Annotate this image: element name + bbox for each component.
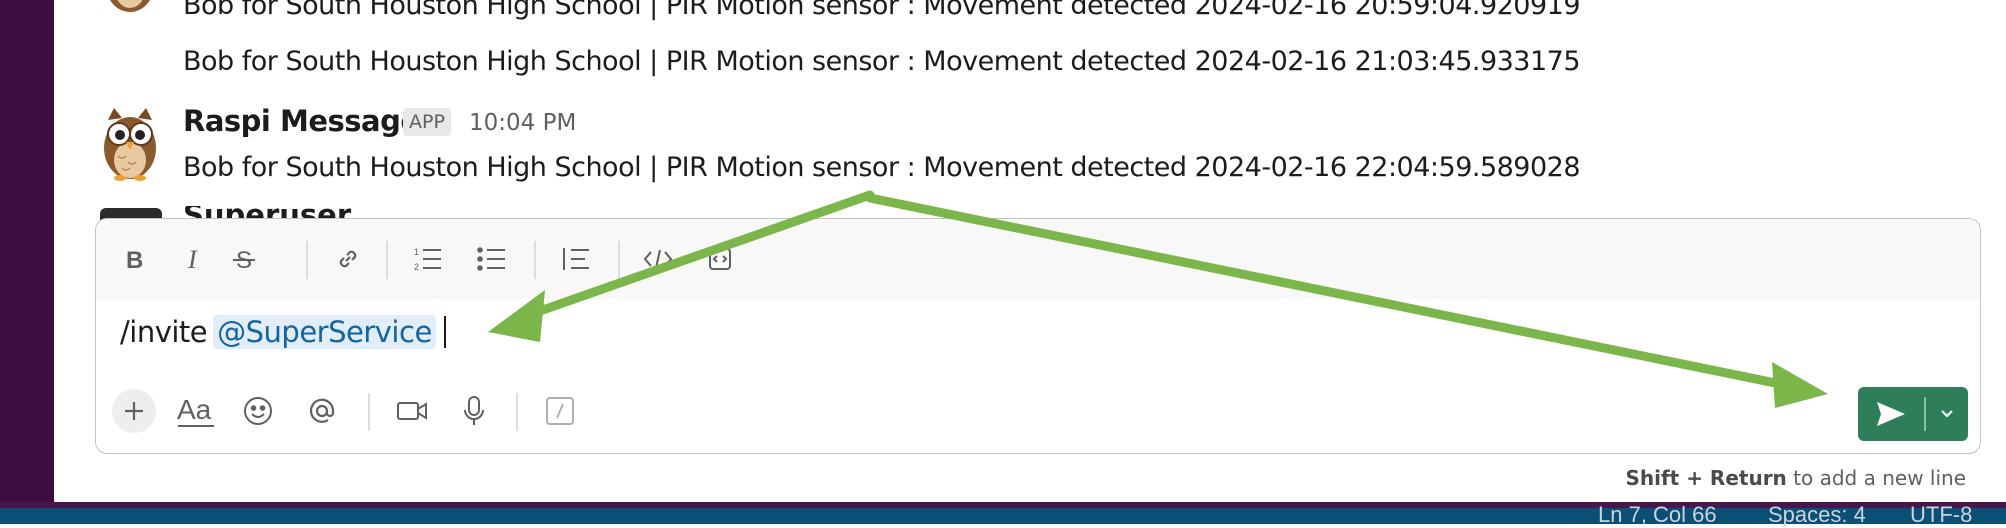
toolbar-divider	[534, 241, 536, 279]
svg-text:I: I	[187, 246, 198, 272]
composer-hint: Shift + Return to add a new line	[1625, 466, 1966, 490]
svg-text:B: B	[126, 247, 143, 272]
ordered-list-icon[interactable]: 12	[408, 239, 448, 279]
microphone-icon[interactable]	[452, 389, 496, 433]
message-composer[interactable]: B I S 12 /invite @SuperService Aa	[95, 218, 1981, 454]
sender-name[interactable]: Raspi Messages	[183, 104, 437, 138]
status-bar: Ln 7, Col 66 Spaces: 4 UTF-8	[0, 502, 2006, 527]
toolbar-divider	[306, 241, 308, 279]
send-button-group	[1858, 387, 1968, 441]
code-icon[interactable]	[638, 239, 678, 279]
format-text-icon[interactable]: Aa	[174, 389, 218, 433]
svg-text:1: 1	[414, 247, 419, 257]
app-badge: APP	[403, 108, 451, 136]
link-icon[interactable]	[328, 239, 368, 279]
toolbar-divider	[516, 393, 518, 431]
bulleted-list-icon[interactable]	[472, 239, 512, 279]
mention-icon[interactable]	[300, 389, 344, 433]
toolbar-divider	[618, 241, 620, 279]
emoji-icon[interactable]	[236, 389, 280, 433]
hint-text: to add a new line	[1793, 466, 1966, 490]
composer-actions: Aa	[96, 379, 1980, 453]
code-block-icon[interactable]	[700, 239, 740, 279]
italic-icon[interactable]: I	[174, 239, 214, 279]
video-icon[interactable]	[390, 389, 434, 433]
cursor-position[interactable]: Ln 7, Col 66	[1598, 502, 1717, 528]
sidebar-strip	[0, 0, 54, 524]
shortcut-icon[interactable]	[538, 389, 582, 433]
svg-text:2: 2	[414, 262, 419, 272]
mention-chip[interactable]: @SuperService	[213, 315, 436, 349]
strikethrough-icon[interactable]: S	[224, 239, 264, 279]
owl-avatar[interactable]	[100, 106, 160, 182]
blockquote-icon[interactable]	[556, 239, 596, 279]
message-text: Bob for South Houston High School | PIR …	[183, 46, 1581, 77]
text-caret	[443, 316, 446, 348]
encoding-setting[interactable]: UTF-8	[1910, 502, 1972, 528]
send-button[interactable]	[1858, 387, 1924, 441]
chevron-down-icon[interactable]	[1926, 387, 1968, 441]
hint-key: Shift + Return	[1625, 466, 1787, 490]
svg-text:Aa: Aa	[177, 394, 212, 425]
message-text: Bob for South Houston High School | PIR …	[183, 0, 1581, 21]
bold-icon[interactable]: B	[114, 239, 154, 279]
indentation-setting[interactable]: Spaces: 4	[1768, 502, 1866, 528]
owl-avatar	[100, 0, 160, 14]
formatting-toolbar: B I S 12	[96, 219, 1980, 299]
command-text: /invite	[120, 315, 208, 349]
toolbar-divider	[368, 393, 370, 431]
message-timestamp[interactable]: 10:04 PM	[469, 110, 576, 136]
plus-icon[interactable]	[112, 389, 156, 433]
message-text: Bob for South Houston High School | PIR …	[183, 152, 1581, 183]
message-input[interactable]: /invite @SuperService	[120, 315, 446, 349]
toolbar-divider	[386, 241, 388, 279]
